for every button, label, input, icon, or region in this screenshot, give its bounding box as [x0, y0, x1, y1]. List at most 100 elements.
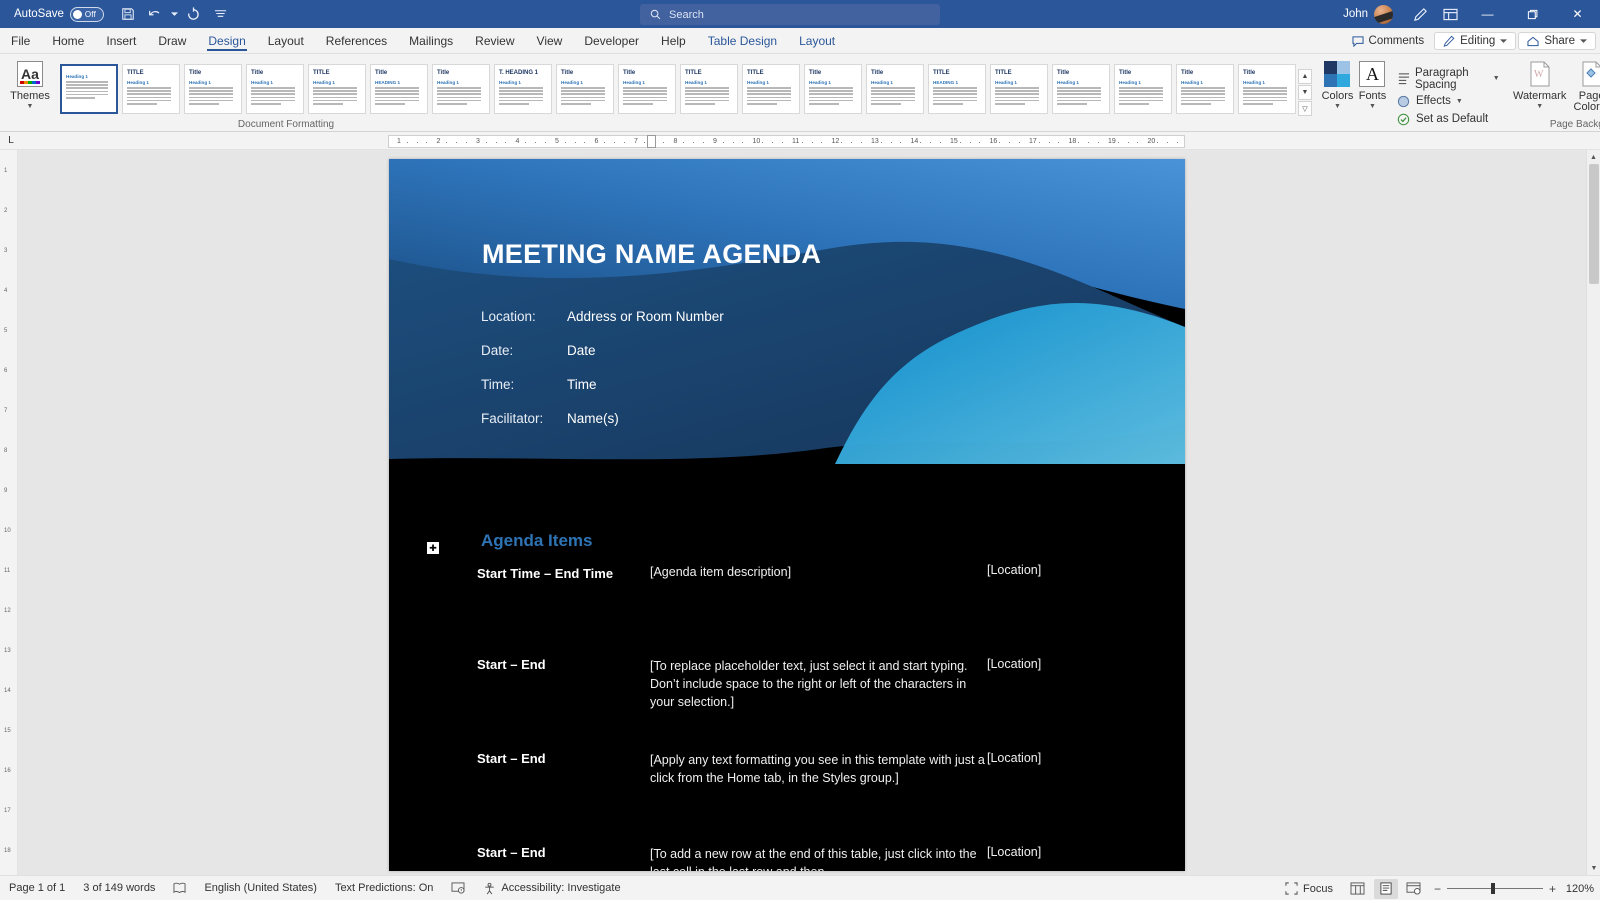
- autosave-toggle[interactable]: Off: [69, 6, 104, 22]
- display-settings-icon[interactable]: [442, 882, 474, 894]
- tab-table-layout[interactable]: Layout: [788, 28, 846, 53]
- chevron-down-icon[interactable]: ▼: [27, 103, 34, 110]
- meta-value[interactable]: Name(s): [567, 411, 619, 426]
- style-thumbnail[interactable]: Title Heading 1: [246, 64, 304, 114]
- tab-file[interactable]: File: [0, 28, 41, 53]
- style-thumbnail[interactable]: TITLE Heading 1: [680, 64, 738, 114]
- tab-help[interactable]: Help: [650, 28, 697, 53]
- undo-icon[interactable]: [143, 3, 167, 25]
- zoom-handle[interactable]: [1490, 883, 1495, 894]
- agenda-description-cell[interactable]: [To add a new row at the end of this tab…: [650, 845, 987, 871]
- tab-view[interactable]: View: [526, 28, 574, 53]
- style-thumbnail[interactable]: Title Heading 1: [1176, 64, 1234, 114]
- editing-button[interactable]: Editing: [1434, 32, 1517, 50]
- zoom-level[interactable]: 120%: [1564, 883, 1594, 895]
- style-thumbnail[interactable]: TITLE Heading 1: [742, 64, 800, 114]
- style-thumbnail[interactable]: TITLE Heading 1: [308, 64, 366, 114]
- agenda-description-cell[interactable]: [To replace placeholder text, just selec…: [650, 657, 987, 711]
- zoom-in-button[interactable]: +: [1549, 882, 1556, 896]
- zoom-track[interactable]: [1446, 883, 1543, 894]
- tab-design[interactable]: Design: [197, 28, 256, 53]
- zoom-out-button[interactable]: −: [1434, 882, 1441, 896]
- style-thumbnail[interactable]: Title Heading 1: [1114, 64, 1172, 114]
- tab-table-design[interactable]: Table Design: [697, 28, 788, 53]
- set-as-default-button[interactable]: Set as Default: [1396, 112, 1500, 127]
- style-thumbnail[interactable]: Title Heading 1: [866, 64, 924, 114]
- style-thumbnail[interactable]: TITLE HEADING 1: [928, 64, 986, 114]
- print-layout-button[interactable]: [1373, 878, 1398, 899]
- comments-button[interactable]: Comments: [1344, 33, 1433, 49]
- meta-value[interactable]: Address or Room Number: [567, 309, 724, 324]
- gallery-scroll-up-button[interactable]: ▲: [1298, 69, 1312, 84]
- style-thumbnail[interactable]: Title Heading 1: [556, 64, 614, 114]
- gallery-more-button[interactable]: ▽: [1298, 101, 1312, 116]
- chevron-down-icon[interactable]: ▼: [1369, 103, 1376, 110]
- tab-references[interactable]: References: [315, 28, 398, 53]
- agenda-location-cell[interactable]: [Location]: [987, 751, 1137, 787]
- tab-review[interactable]: Review: [464, 28, 525, 53]
- scroll-up-arrow[interactable]: ▲: [1587, 150, 1600, 164]
- meta-value[interactable]: Date: [567, 343, 596, 358]
- share-button[interactable]: Share: [1518, 32, 1596, 50]
- agenda-location-cell[interactable]: [Location]: [987, 657, 1137, 711]
- web-layout-button[interactable]: [1402, 879, 1426, 899]
- close-button[interactable]: ✕: [1555, 0, 1600, 28]
- tab-layout[interactable]: Layout: [257, 28, 315, 53]
- agenda-time-cell[interactable]: Start – End: [473, 657, 650, 711]
- style-gallery[interactable]: Heading 1 TITLE Heading 1 Title Heading 1 Tit…: [56, 57, 1296, 117]
- style-thumbnail[interactable]: Title Heading 1: [618, 64, 676, 114]
- read-mode-button[interactable]: [1346, 879, 1370, 899]
- chevron-down-icon[interactable]: ▼: [1334, 103, 1341, 110]
- zoom-slider[interactable]: − +: [1434, 882, 1556, 896]
- style-thumbnail[interactable]: TITLE Heading 1: [990, 64, 1048, 114]
- table-row[interactable]: Start – End [To replace placeholder text,…: [473, 657, 1173, 711]
- undo-dropdown-icon[interactable]: [170, 3, 179, 25]
- style-thumbnail[interactable]: T. HEADING 1 Heading 1: [494, 64, 552, 114]
- document-page[interactable]: MEETING NAME AGENDA Location: Address or …: [389, 159, 1185, 871]
- effects-button[interactable]: Effects ▼: [1396, 94, 1500, 109]
- table-row[interactable]: Start – End [Apply any text formatting yo…: [473, 751, 1173, 787]
- agenda-description-cell[interactable]: [Apply any text formatting you see in th…: [650, 751, 987, 787]
- table-move-handle[interactable]: ✚: [427, 542, 439, 554]
- redo-icon[interactable]: [182, 3, 206, 25]
- tab-insert[interactable]: Insert: [95, 28, 147, 53]
- colors-button[interactable]: Colors ▼: [1320, 54, 1355, 131]
- tab-mailings[interactable]: Mailings: [398, 28, 464, 53]
- language-indicator[interactable]: English (United States): [195, 882, 326, 894]
- save-icon[interactable]: [116, 3, 140, 25]
- style-thumbnail[interactable]: Title Heading 1: [184, 64, 242, 114]
- tab-developer[interactable]: Developer: [573, 28, 650, 53]
- agenda-description-cell[interactable]: [Agenda item description]: [650, 563, 987, 581]
- gallery-scroll-down-button[interactable]: ▼: [1298, 85, 1312, 100]
- autosave-control[interactable]: AutoSave Off: [14, 6, 104, 22]
- agenda-location-cell[interactable]: [Location]: [987, 563, 1137, 581]
- avatar[interactable]: [1374, 4, 1393, 24]
- restore-button[interactable]: [1510, 0, 1555, 28]
- paragraph-spacing-button[interactable]: Paragraph Spacing ▼: [1396, 67, 1500, 91]
- minimize-button[interactable]: —: [1465, 0, 1510, 28]
- scroll-down-arrow[interactable]: ▼: [1587, 861, 1600, 875]
- pen-icon[interactable]: [1405, 0, 1435, 28]
- tab-home[interactable]: Home: [41, 28, 95, 53]
- style-thumbnail[interactable]: TITLE Heading 1: [122, 64, 180, 114]
- table-row[interactable]: Start Time – End Time [Agenda item descri…: [473, 563, 1173, 581]
- ruler-indent-marker[interactable]: [647, 135, 656, 148]
- style-thumbnail[interactable]: Title Heading 1: [804, 64, 862, 114]
- agenda-location-cell[interactable]: [Location]: [987, 845, 1137, 871]
- style-thumbnail[interactable]: Title Heading 1: [1238, 64, 1296, 114]
- style-thumbnail[interactable]: Heading 1: [60, 64, 118, 114]
- proofing-icon[interactable]: [164, 882, 195, 894]
- word-count[interactable]: 3 of 149 words: [74, 882, 164, 894]
- focus-button[interactable]: Focus: [1276, 882, 1342, 895]
- style-thumbnail[interactable]: Title HEADING 1: [370, 64, 428, 114]
- agenda-time-cell[interactable]: Start – End: [473, 751, 650, 787]
- agenda-time-cell[interactable]: Start – End: [473, 845, 650, 871]
- tab-stop-selector[interactable]: L: [0, 135, 22, 146]
- page-indicator[interactable]: Page 1 of 1: [0, 882, 74, 894]
- customize-quick-access-icon[interactable]: [209, 3, 233, 25]
- horizontal-ruler[interactable]: 1 2 3 4 5 6 7 8 9 10 11 12 13 14 15 16 17 18 19 20: [388, 135, 1185, 148]
- agenda-table[interactable]: Start Time – End Time [Agenda item descri…: [473, 563, 1173, 871]
- style-thumbnail[interactable]: Title Heading 1: [432, 64, 490, 114]
- fonts-button[interactable]: A Fonts ▼: [1355, 54, 1390, 131]
- tab-draw[interactable]: Draw: [147, 28, 197, 53]
